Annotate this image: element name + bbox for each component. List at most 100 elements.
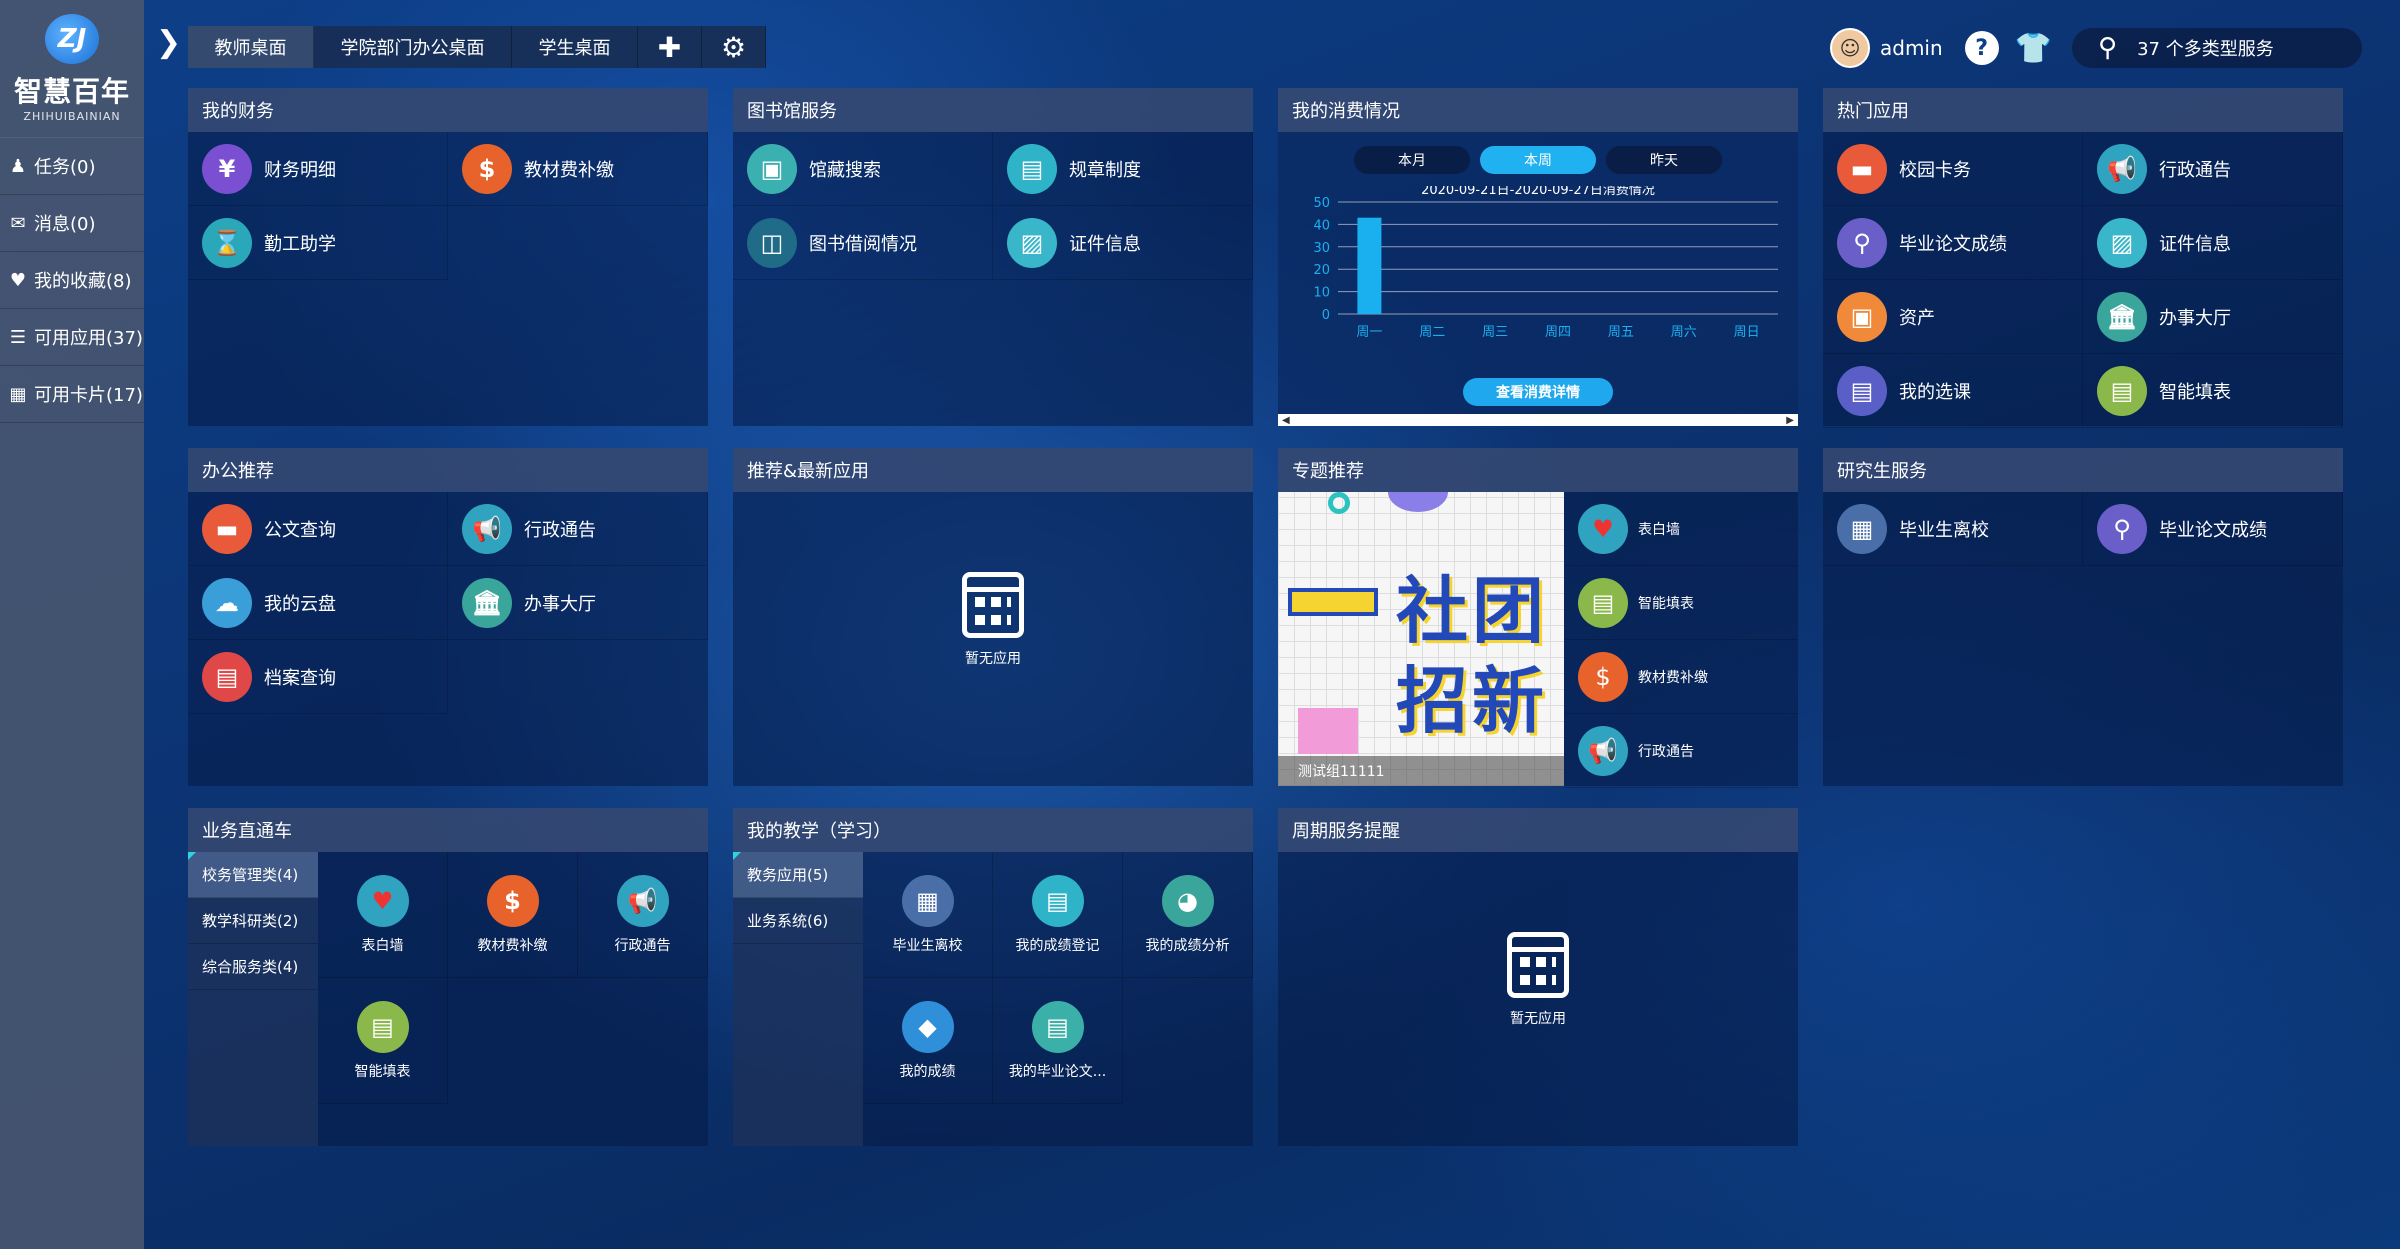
- app-smart-form[interactable]: ▤ 智能填表: [2083, 354, 2343, 428]
- app-smart-form[interactable]: ▤ 智能填表: [1564, 566, 1798, 640]
- sidebar-item-messages[interactable]: ✉ 消息(0): [0, 195, 144, 252]
- app-notice[interactable]: 📢 行政通告: [1564, 714, 1798, 788]
- tab-department[interactable]: 学院部门办公桌面: [314, 26, 512, 68]
- scroll-left-icon[interactable]: ◀: [1282, 415, 1290, 426]
- category-item[interactable]: 综合服务类(4): [188, 944, 318, 990]
- app-course-select[interactable]: ▤ 我的选课: [1823, 354, 2083, 428]
- app-document-query[interactable]: ▬ 公文查询: [188, 492, 448, 566]
- sidebar-item-cards[interactable]: ▦ 可用卡片(17): [0, 366, 144, 423]
- app-cloud-drive[interactable]: ☁ 我的云盘: [188, 566, 448, 640]
- panel-title: 图书馆服务: [733, 88, 1253, 132]
- app-smart-form[interactable]: ▤ 智能填表: [318, 978, 448, 1104]
- app-confession-wall[interactable]: ♥ 表白墙: [318, 852, 448, 978]
- app-notice[interactable]: 📢 行政通告: [578, 852, 708, 978]
- search-box[interactable]: ⚲ 37 个多类型服务: [2072, 28, 2363, 68]
- sidebar-item-favorites[interactable]: ♥ 我的收藏(8): [0, 252, 144, 309]
- app-label: 办事大厅: [524, 593, 596, 615]
- sidebar-item-tasks[interactable]: ♟ 任务(0): [0, 138, 144, 195]
- app-label: 毕业论文成绩: [2159, 519, 2267, 541]
- sidebar-item-label: 我的收藏(8): [34, 271, 132, 292]
- help-icon[interactable]: ?: [1964, 31, 1999, 65]
- money-icon: $: [462, 143, 512, 194]
- view-detail-button[interactable]: 查看消费详情: [1463, 378, 1613, 406]
- panel-title: 我的消费情况: [1278, 88, 1798, 132]
- app-regulations[interactable]: ▤ 规章制度: [993, 132, 1253, 206]
- app-archive-query[interactable]: ▤ 档案查询: [188, 640, 448, 714]
- app-assets[interactable]: ▣ 资产: [1823, 280, 2083, 354]
- settings-gear-icon[interactable]: ⚙: [702, 26, 766, 68]
- app-finance-detail[interactable]: ¥ 财务明细: [188, 132, 448, 206]
- avatar[interactable]: ☺: [1830, 28, 1870, 68]
- app-grade-entry[interactable]: ▤ 我的成绩登记: [993, 852, 1123, 978]
- app-service-hall[interactable]: 🏛 办事大厅: [448, 566, 708, 640]
- app-work-study[interactable]: ⌛ 勤工助学: [188, 206, 448, 280]
- building-grid-icon: ▦: [901, 874, 954, 927]
- category-item[interactable]: 校务管理类(4): [188, 852, 318, 898]
- expand-chevron-icon[interactable]: ❯: [156, 28, 181, 58]
- category-item[interactable]: 教学科研类(2): [188, 898, 318, 944]
- scroll-right-icon[interactable]: ▶: [1786, 415, 1794, 426]
- range-yesterday[interactable]: 昨天: [1606, 146, 1722, 174]
- app-textbook-fee[interactable]: $ 教材费补缴: [1564, 640, 1798, 714]
- app-label: 证件信息: [2159, 233, 2231, 255]
- username[interactable]: admin: [1880, 36, 1943, 60]
- deco-bar: [1288, 588, 1378, 616]
- app-label: 教材费补缴: [524, 159, 614, 181]
- category-item[interactable]: 教务应用(5): [733, 852, 863, 898]
- app-thesis-grade[interactable]: ⚲ 毕业论文成绩: [1823, 206, 2083, 280]
- app-textbook-fee[interactable]: $ 教材费补缴: [448, 132, 708, 206]
- logo[interactable]: ZJ 智慧百年 ZHIHUIBAINIAN: [0, 0, 144, 138]
- app-service-hall[interactable]: 🏛 办事大厅: [2083, 280, 2343, 354]
- panel-business: 业务直通车 校务管理类(4) 教学科研类(2) 综合服务类(4) ♥ 表白墙 $ 教…: [188, 808, 708, 1146]
- app-my-thesis[interactable]: ▤ 我的毕业论文...: [993, 978, 1123, 1104]
- app-textbook-fee[interactable]: $ 教材费补缴: [448, 852, 578, 978]
- app-id-info[interactable]: ▨ 证件信息: [2083, 206, 2343, 280]
- theme-shirt-icon[interactable]: 👕: [2015, 31, 2052, 66]
- panel-consumption: 我的消费情况 本月 本周 昨天 2020-09-21日-2020-09-27日消…: [1278, 88, 1798, 426]
- box-icon: ▣: [1837, 291, 1887, 342]
- app-notice[interactable]: 📢 行政通告: [2083, 132, 2343, 206]
- app-label: 智能填表: [2159, 381, 2231, 403]
- app-my-grades[interactable]: ◆ 我的成绩: [863, 978, 993, 1104]
- sidebar-item-label: 可用应用(37): [34, 328, 143, 349]
- banner-caption: 测试组11111: [1278, 756, 1564, 786]
- panel-office: 办公推荐 ▬ 公文查询 📢 行政通告 ☁ 我的云盘 🏛 办事大厅 ▤ 档案查询: [188, 448, 708, 786]
- sidebar-item-apps[interactable]: ☰ 可用应用(37): [0, 309, 144, 366]
- id-card-icon: ▨: [2097, 217, 2147, 268]
- brand-sub: ZHIHUIBAINIAN: [23, 110, 121, 123]
- horizontal-scrollbar[interactable]: ◀ ▶: [1278, 414, 1798, 426]
- clipboard-icon: ▤: [1031, 874, 1084, 927]
- app-label: 档案查询: [264, 667, 336, 689]
- calendar-icon: [1507, 932, 1569, 998]
- app-label: 勤工助学: [264, 233, 336, 255]
- tab-student[interactable]: 学生桌面: [512, 26, 638, 68]
- category-list: 教务应用(5) 业务系统(6): [733, 852, 863, 1146]
- app-grade-analysis[interactable]: ◕ 我的成绩分析: [1123, 852, 1253, 978]
- range-month[interactable]: 本月: [1354, 146, 1470, 174]
- form-icon: ▤: [356, 1000, 409, 1053]
- chart-title: 2020-09-21日-2020-09-27日消费情况: [1421, 186, 1655, 198]
- app-thesis-grade[interactable]: ⚲ 毕业论文成绩: [2083, 492, 2343, 566]
- app-graduate-leave[interactable]: ▦ 毕业生离校: [1823, 492, 2083, 566]
- add-tab-button[interactable]: ✚: [638, 26, 702, 68]
- brand-name: 智慧百年: [13, 75, 130, 108]
- panel-title: 我的财务: [188, 88, 708, 132]
- app-confession-wall[interactable]: ♥ 表白墙: [1564, 492, 1798, 566]
- range-week[interactable]: 本周: [1480, 146, 1596, 174]
- chat-icon: ✉: [10, 212, 26, 234]
- x-tick-label: 周五: [1608, 325, 1634, 340]
- x-tick-label: 周四: [1545, 325, 1571, 340]
- app-campus-card[interactable]: ▬ 校园卡务: [1823, 132, 2083, 206]
- app-graduate-leave[interactable]: ▦ 毕业生离校: [863, 852, 993, 978]
- tab-teacher[interactable]: 教师桌面: [188, 26, 314, 68]
- app-notice[interactable]: 📢 行政通告: [448, 492, 708, 566]
- panel-teaching: 我的教学（学习） 教务应用(5) 业务系统(6) ▦ 毕业生离校 ▤ 我的成绩登记 …: [733, 808, 1253, 1146]
- app-label: 图书借阅情况: [809, 233, 917, 255]
- app-collection-search[interactable]: ▣ 馆藏搜索: [733, 132, 993, 206]
- monitor-icon: ▣: [747, 143, 797, 194]
- app-borrowing[interactable]: ◫ 图书借阅情况: [733, 206, 993, 280]
- category-item[interactable]: 业务系统(6): [733, 898, 863, 944]
- empty-label: 暂无应用: [1510, 1011, 1566, 1027]
- app-id-info[interactable]: ▨ 证件信息: [993, 206, 1253, 280]
- topic-banner[interactable]: 社团 招新 测试组11111: [1278, 492, 1564, 786]
